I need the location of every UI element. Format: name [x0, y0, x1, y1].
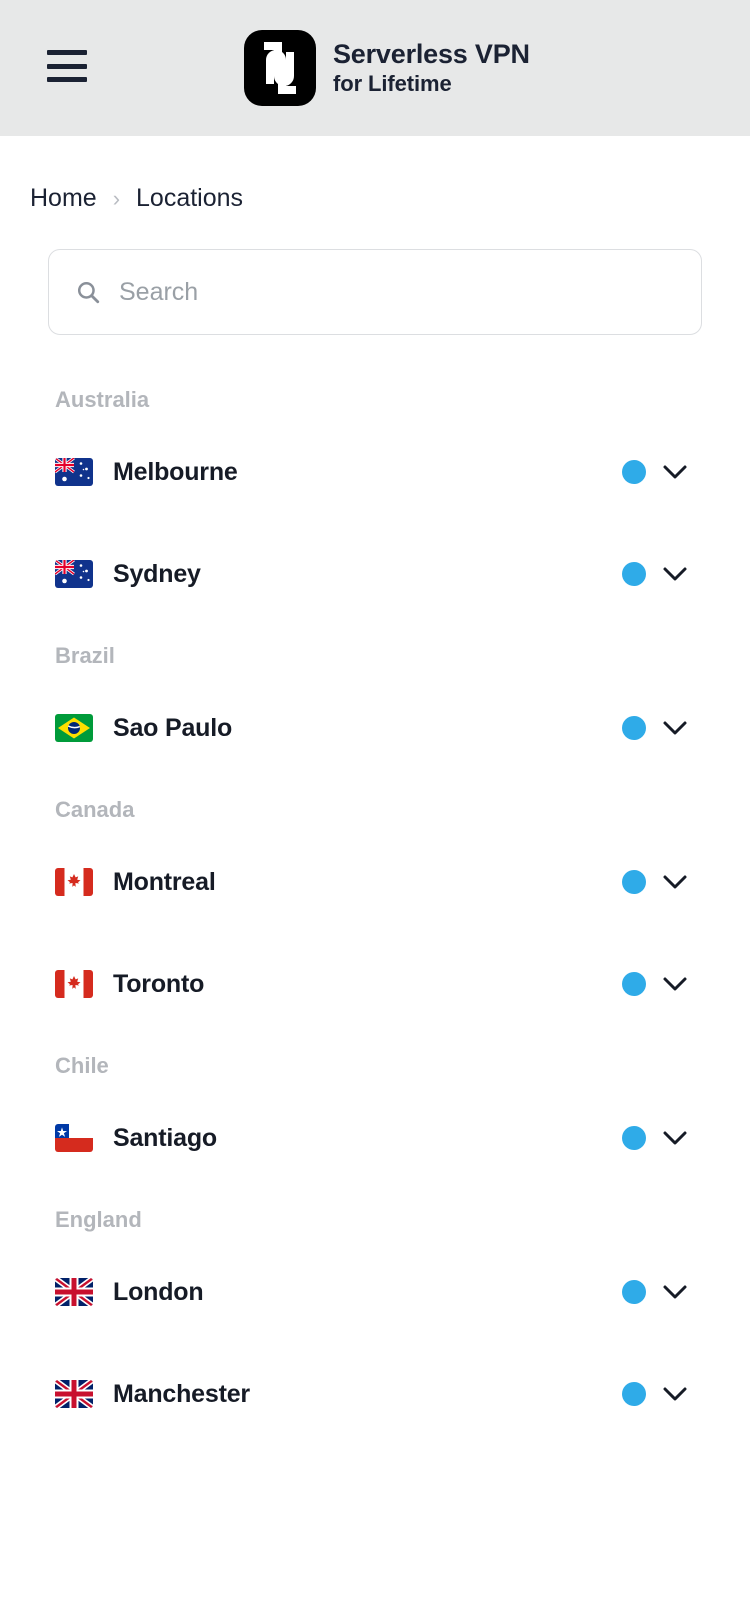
chevron-down-icon[interactable]	[646, 720, 704, 736]
status-dot	[622, 716, 646, 740]
status-dot	[622, 1280, 646, 1304]
brand-text: Serverless VPN for Lifetime	[333, 39, 530, 97]
hamburger-bar	[47, 63, 87, 69]
status-dot	[622, 460, 646, 484]
status-dot	[622, 972, 646, 996]
city-name: London	[113, 1277, 204, 1306]
chevron-down-icon[interactable]	[646, 464, 704, 480]
breadcrumb-item-home[interactable]: Home	[30, 184, 97, 213]
flag-gb-icon	[55, 1380, 93, 1408]
chevron-down-icon[interactable]	[646, 976, 704, 992]
search-box[interactable]	[48, 249, 702, 335]
chevron-down-icon[interactable]	[646, 1130, 704, 1146]
hamburger-bar	[47, 50, 87, 55]
city-name: Melbourne	[113, 457, 238, 486]
chevron-down-icon[interactable]	[646, 566, 704, 582]
search-icon	[75, 279, 101, 305]
breadcrumb: Home › Locations	[30, 184, 750, 213]
flag-au-icon	[55, 458, 93, 486]
app-logo-icon	[244, 30, 316, 106]
country-group-label: Canada	[55, 797, 135, 822]
location-row[interactable]: Montreal	[0, 831, 750, 933]
brand[interactable]: Serverless VPN for Lifetime	[244, 30, 530, 106]
status-dot	[622, 562, 646, 586]
country-group-label: England	[55, 1207, 142, 1232]
city-name: Sydney	[113, 559, 201, 588]
city-name: Manchester	[113, 1379, 250, 1408]
location-row[interactable]: Manchester	[0, 1343, 750, 1445]
chevron-down-icon[interactable]	[646, 874, 704, 890]
city-name: Montreal	[113, 867, 216, 896]
app-header: Serverless VPN for Lifetime	[0, 0, 750, 136]
status-dot	[622, 1126, 646, 1150]
search-section	[48, 249, 702, 335]
location-row[interactable]: Toronto	[0, 933, 750, 1035]
country-group-label: Australia	[55, 387, 150, 412]
flag-au-icon	[55, 560, 93, 588]
flag-ca-icon	[55, 970, 93, 998]
location-row[interactable]: Santiago	[0, 1087, 750, 1189]
status-dot	[622, 870, 646, 894]
city-name: Toronto	[113, 969, 205, 998]
flag-gb-icon	[55, 1278, 93, 1306]
app-title: Serverless VPN	[333, 39, 530, 70]
search-input[interactable]	[119, 277, 675, 307]
status-dot	[622, 1382, 646, 1406]
flag-ca-icon	[55, 868, 93, 896]
country-group-label: Chile	[55, 1053, 109, 1078]
country-group-label: Brazil	[55, 643, 115, 668]
location-row[interactable]: Melbourne	[0, 421, 750, 523]
app-subtitle: for Lifetime	[333, 70, 452, 96]
chevron-down-icon[interactable]	[646, 1386, 704, 1402]
flag-cl-icon	[55, 1124, 93, 1152]
hamburger-bar	[47, 77, 87, 82]
city-name: Santiago	[113, 1123, 217, 1152]
location-row[interactable]: London	[0, 1241, 750, 1343]
city-name: Sao Paulo	[113, 713, 233, 742]
locations-list: Australia Melbourne Sydney Brazil Sao Paulo C…	[0, 369, 750, 1445]
chevron-right-icon: ›	[112, 185, 121, 211]
location-row[interactable]: Sydney	[0, 523, 750, 625]
breadcrumb-item-locations[interactable]: Locations	[136, 184, 243, 213]
chevron-down-icon[interactable]	[646, 1284, 704, 1300]
flag-br-icon	[55, 714, 93, 742]
hamburger-menu-icon[interactable]	[47, 50, 87, 82]
location-row[interactable]: Sao Paulo	[0, 677, 750, 779]
